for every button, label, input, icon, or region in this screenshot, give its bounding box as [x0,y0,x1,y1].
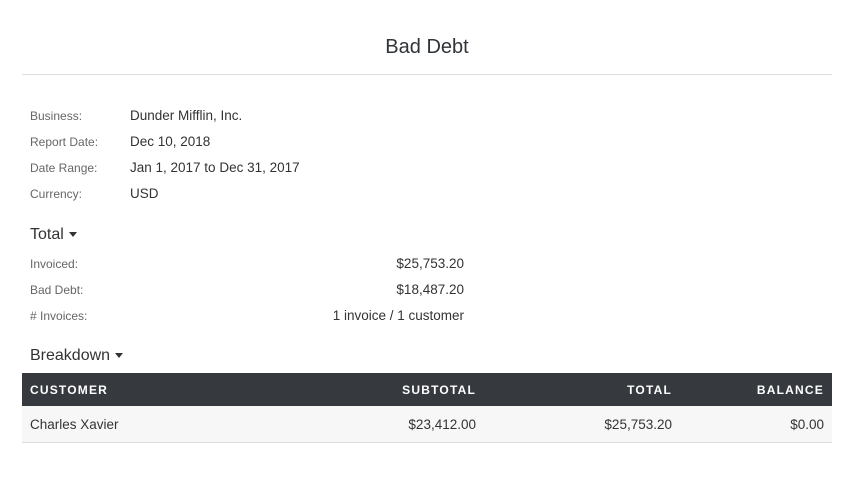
info-value: Dunder Mifflin, Inc. [130,108,243,123]
divider [22,74,832,75]
total-value: $25,753.20 [396,256,464,271]
info-value: Jan 1, 2017 to Dec 31, 2017 [130,160,300,175]
breakdown-heading: Breakdown [30,347,111,364]
info-label: Business: [30,109,83,123]
cell-customer: Charles Xavier [22,406,338,443]
total-value: 1 invoice / 1 customer [332,308,464,323]
total-value: $18,487.20 [396,282,464,297]
info-label: Date Range: [30,161,98,175]
cell-total: $25,753.20 [484,406,680,443]
page-title: Bad Debt [385,36,469,58]
column-customer[interactable]: CUSTOMER [22,373,338,406]
breakdown-table: CUSTOMER SUBTOTAL TOTAL BALANCE Charles … [22,373,832,443]
column-total[interactable]: TOTAL [484,373,680,406]
info-value: Dec 10, 2018 [130,134,211,149]
column-balance[interactable]: BALANCE [680,373,832,406]
total-section-toggle[interactable]: Total [30,226,77,244]
column-subtotal[interactable]: SUBTOTAL [338,373,484,406]
info-label: Currency: [30,187,83,201]
total-label: # Invoices: [30,309,88,323]
info-value: USD [130,186,159,201]
caret-down-icon [68,232,77,238]
total-heading: Total [30,226,64,243]
total-label: Bad Debt: [30,283,84,297]
info-label: Report Date: [30,135,99,149]
breakdown-section-toggle[interactable]: Breakdown [30,347,124,365]
total-label: Invoiced: [30,257,79,271]
cell-subtotal: $23,412.00 [338,406,484,443]
table-row: Charles Xavier $23,412.00 $25,753.20 $0.… [22,406,832,443]
cell-balance: $0.00 [680,406,832,443]
table-header: CUSTOMER SUBTOTAL TOTAL BALANCE [22,373,832,406]
caret-down-icon [115,353,124,359]
